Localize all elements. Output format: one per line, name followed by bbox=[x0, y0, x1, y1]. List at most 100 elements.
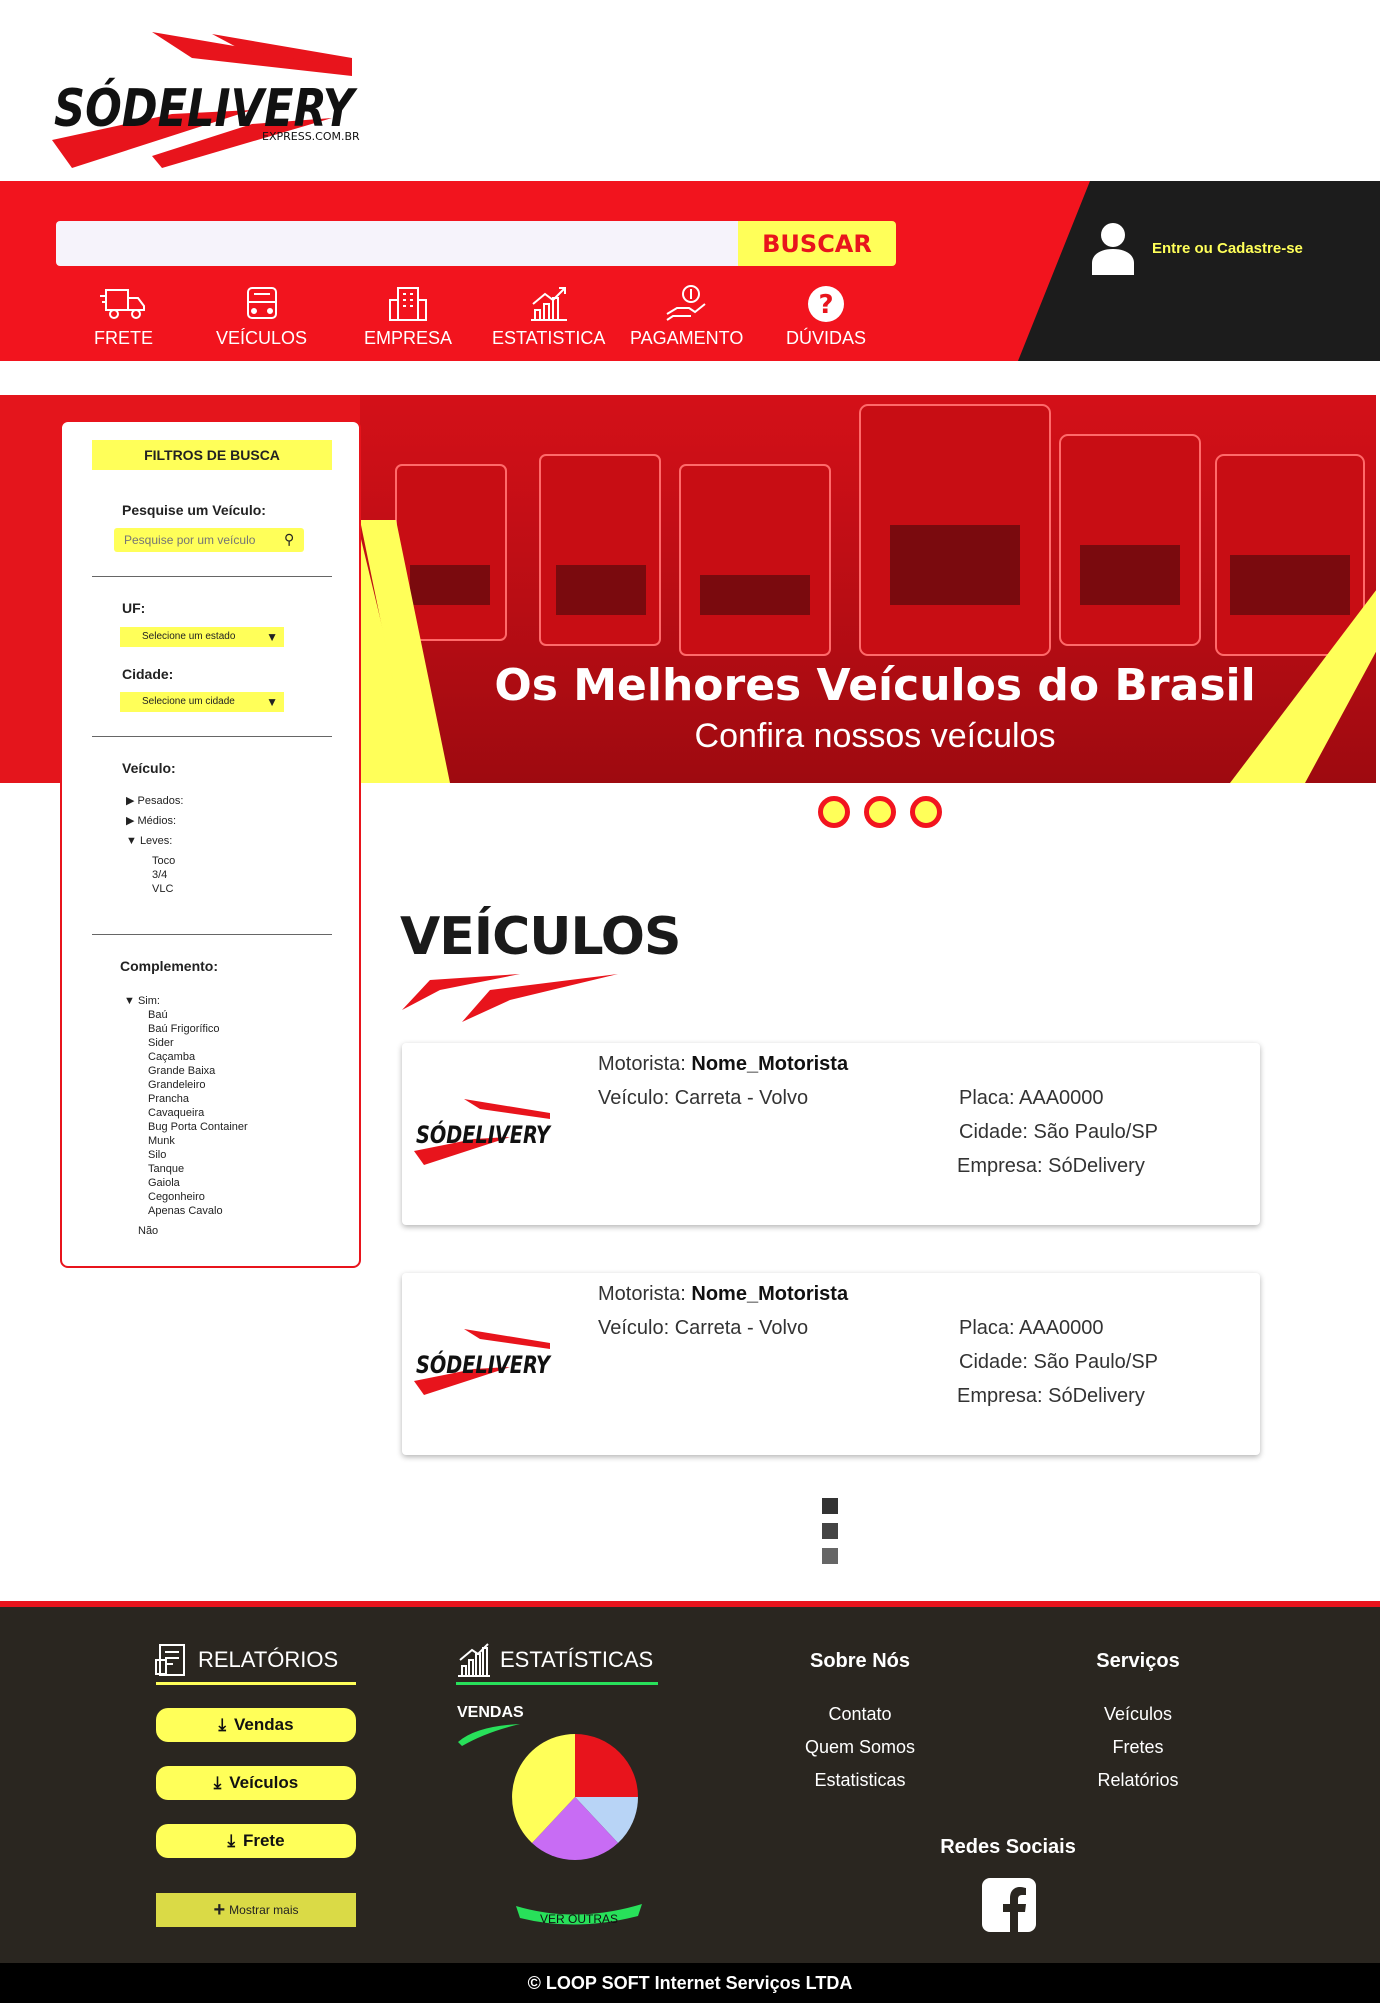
brand-logo[interactable]: SÓDELIVERY EXPRESS.COM.BR bbox=[52, 28, 362, 168]
pager-block[interactable] bbox=[822, 1523, 838, 1539]
carousel-dot[interactable] bbox=[910, 796, 942, 828]
tree-medios[interactable]: ▶ Médios: bbox=[126, 814, 183, 828]
tree-item[interactable]: 3/4 bbox=[126, 868, 183, 882]
tree-nao[interactable]: Não bbox=[124, 1224, 248, 1238]
search-button[interactable]: BUSCAR bbox=[738, 221, 896, 266]
vehicle-card[interactable]: SÓDELIVERY Motorista: Nome_Motorista Veí… bbox=[402, 1043, 1260, 1225]
divider bbox=[92, 736, 332, 737]
company: Empresa: SóDelivery bbox=[957, 1385, 1145, 1407]
uf-label: UF: bbox=[122, 600, 146, 616]
tree-item[interactable]: VLC bbox=[126, 882, 183, 896]
report-freight-button[interactable]: ⤓ Frete bbox=[156, 1824, 356, 1858]
footer-link-stats[interactable]: Estatisticas bbox=[760, 1770, 960, 1791]
footer-link-vehicles[interactable]: Veículos bbox=[1038, 1704, 1238, 1725]
chart-icon bbox=[458, 1643, 490, 1677]
tree-item[interactable]: Silo bbox=[124, 1148, 248, 1162]
svg-text:EXPRESS.COM.BR: EXPRESS.COM.BR bbox=[262, 130, 360, 143]
tree-item[interactable]: Baú bbox=[124, 1008, 248, 1022]
download-icon: ⤓ bbox=[213, 1773, 222, 1792]
section-heading: VEÍCULOS bbox=[400, 907, 681, 967]
tree-item[interactable]: Cavaqueira bbox=[124, 1106, 248, 1120]
banner-subtitle: Confira nossos veículos bbox=[694, 717, 1056, 755]
vehicle-search-input[interactable] bbox=[114, 528, 304, 552]
tree-sim[interactable]: ▼ Sim: bbox=[124, 994, 248, 1008]
nav-frete[interactable]: FRETE bbox=[94, 284, 153, 354]
search-vehicle-label: Pesquise um Veículo: bbox=[122, 502, 266, 518]
tree-item[interactable]: Prancha bbox=[124, 1092, 248, 1106]
vehicle-type: Veículo: Carreta - Volvo bbox=[598, 1087, 809, 1109]
reports-heading: RELATÓRIOS bbox=[154, 1642, 338, 1678]
facebook-icon[interactable] bbox=[982, 1878, 1036, 1932]
pager-block[interactable] bbox=[822, 1498, 838, 1514]
footer-link-contact[interactable]: Contato bbox=[760, 1704, 960, 1725]
nav-pagamento[interactable]: PAGAMENTO bbox=[630, 284, 743, 354]
copyright: © LOOP SOFT Internet Serviços LTDA bbox=[0, 1963, 1380, 2003]
carousel-dot[interactable] bbox=[864, 796, 896, 828]
login-link[interactable]: Entre ou Cadastre-se bbox=[1092, 221, 1303, 275]
load-more-indicator bbox=[822, 1498, 838, 1573]
tree-pesados[interactable]: ▶ Pesados: bbox=[126, 794, 183, 808]
driver-name: Nome_Motorista bbox=[691, 1283, 849, 1305]
search-input[interactable] bbox=[56, 221, 738, 266]
download-icon: ⤓ bbox=[227, 1831, 235, 1850]
search-icon[interactable]: ⚲ bbox=[284, 531, 294, 548]
vehicle-card[interactable]: SÓDELIVERY Motorista: Nome_Motorista Veí… bbox=[402, 1273, 1260, 1455]
vehicle-label: Veículo: bbox=[122, 760, 176, 776]
tree-item[interactable]: Bug Porta Container bbox=[124, 1120, 248, 1134]
city: Cidade: São Paulo/SP bbox=[959, 1351, 1159, 1373]
driver-label: Motorista: bbox=[598, 1053, 686, 1075]
nav-estatistica[interactable]: ESTATISTICA bbox=[492, 284, 605, 354]
nav-duvidas[interactable]: ? DÚVIDAS bbox=[786, 284, 866, 354]
city-select-value: Selecione um cidade bbox=[142, 696, 235, 707]
tree-leves[interactable]: ▼ Leves: bbox=[126, 834, 183, 848]
svg-text:?: ? bbox=[818, 290, 833, 320]
filter-title: FILTROS DE BUSCA bbox=[92, 440, 332, 470]
nav-veiculos[interactable]: VEÍCULOS bbox=[216, 284, 307, 354]
tree-item[interactable]: Sider bbox=[124, 1036, 248, 1050]
uf-select[interactable]: Selecione um estado ▼ bbox=[120, 627, 284, 647]
divider bbox=[92, 576, 332, 577]
stats-heading: ESTATÍSTICAS bbox=[456, 1642, 653, 1678]
pager-block[interactable] bbox=[822, 1548, 838, 1564]
report-sales-button[interactable]: ⤓ Vendas bbox=[156, 1708, 356, 1742]
nav-empresa[interactable]: EMPRESA bbox=[364, 284, 452, 354]
show-more-button[interactable]: + Mostrar mais bbox=[156, 1893, 356, 1927]
question-icon: ? bbox=[808, 286, 844, 322]
view-more-stats-link[interactable]: VER OUTRAS bbox=[516, 1912, 642, 1926]
city-select[interactable]: Selecione um cidade ▼ bbox=[120, 692, 284, 712]
stats-title: ESTATÍSTICAS bbox=[500, 1647, 654, 1672]
payment-hand-icon bbox=[666, 285, 706, 321]
tree-item[interactable]: Cegonheiro bbox=[124, 1190, 248, 1204]
tree-item[interactable]: Toco bbox=[126, 854, 183, 868]
services-title: Serviços bbox=[1096, 1650, 1180, 1672]
carousel-dots bbox=[818, 796, 942, 828]
tree-item[interactable]: Tanque bbox=[124, 1162, 248, 1176]
social-title: Redes Sociais bbox=[940, 1836, 1076, 1858]
stats-subtitle: VENDAS bbox=[457, 1704, 524, 1721]
download-icon: ⤓ bbox=[218, 1715, 226, 1734]
sales-pie-chart[interactable] bbox=[510, 1732, 640, 1862]
tree-item[interactable]: Apenas Cavalo bbox=[124, 1204, 248, 1218]
about-title: Sobre Nós bbox=[809, 1650, 911, 1672]
bus-icon bbox=[246, 287, 277, 319]
footer-link-reports[interactable]: Relatórios bbox=[1038, 1770, 1238, 1791]
dropdown-arrow-icon: ▼ bbox=[266, 695, 278, 709]
plus-icon: + bbox=[213, 1898, 226, 1921]
report-vehicles-button[interactable]: ⤓ Veículos bbox=[156, 1766, 356, 1800]
vehicle-type: Veículo: Carreta - Volvo bbox=[598, 1317, 809, 1339]
nav-label: VEÍCULOS bbox=[216, 328, 308, 348]
footer-link-freight[interactable]: Fretes bbox=[1038, 1737, 1238, 1758]
building-icon bbox=[389, 287, 428, 321]
button-label: Vendas bbox=[233, 1715, 294, 1734]
tree-item[interactable]: Gaiola bbox=[124, 1176, 248, 1190]
city-label: Cidade: bbox=[122, 666, 174, 682]
tree-item[interactable]: Caçamba bbox=[124, 1050, 248, 1064]
tree-item[interactable]: Munk bbox=[124, 1134, 248, 1148]
brand-logo-small: SÓDELIVERY bbox=[414, 1099, 552, 1165]
tree-item[interactable]: Baú Frigorífico bbox=[124, 1022, 248, 1036]
tree-item[interactable]: Grandeleiro bbox=[124, 1078, 248, 1092]
show-more-label: Mostrar mais bbox=[229, 1903, 299, 1917]
tree-item[interactable]: Grande Baixa bbox=[124, 1064, 248, 1078]
footer-link-about[interactable]: Quem Somos bbox=[760, 1737, 960, 1758]
carousel-dot[interactable] bbox=[818, 796, 850, 828]
